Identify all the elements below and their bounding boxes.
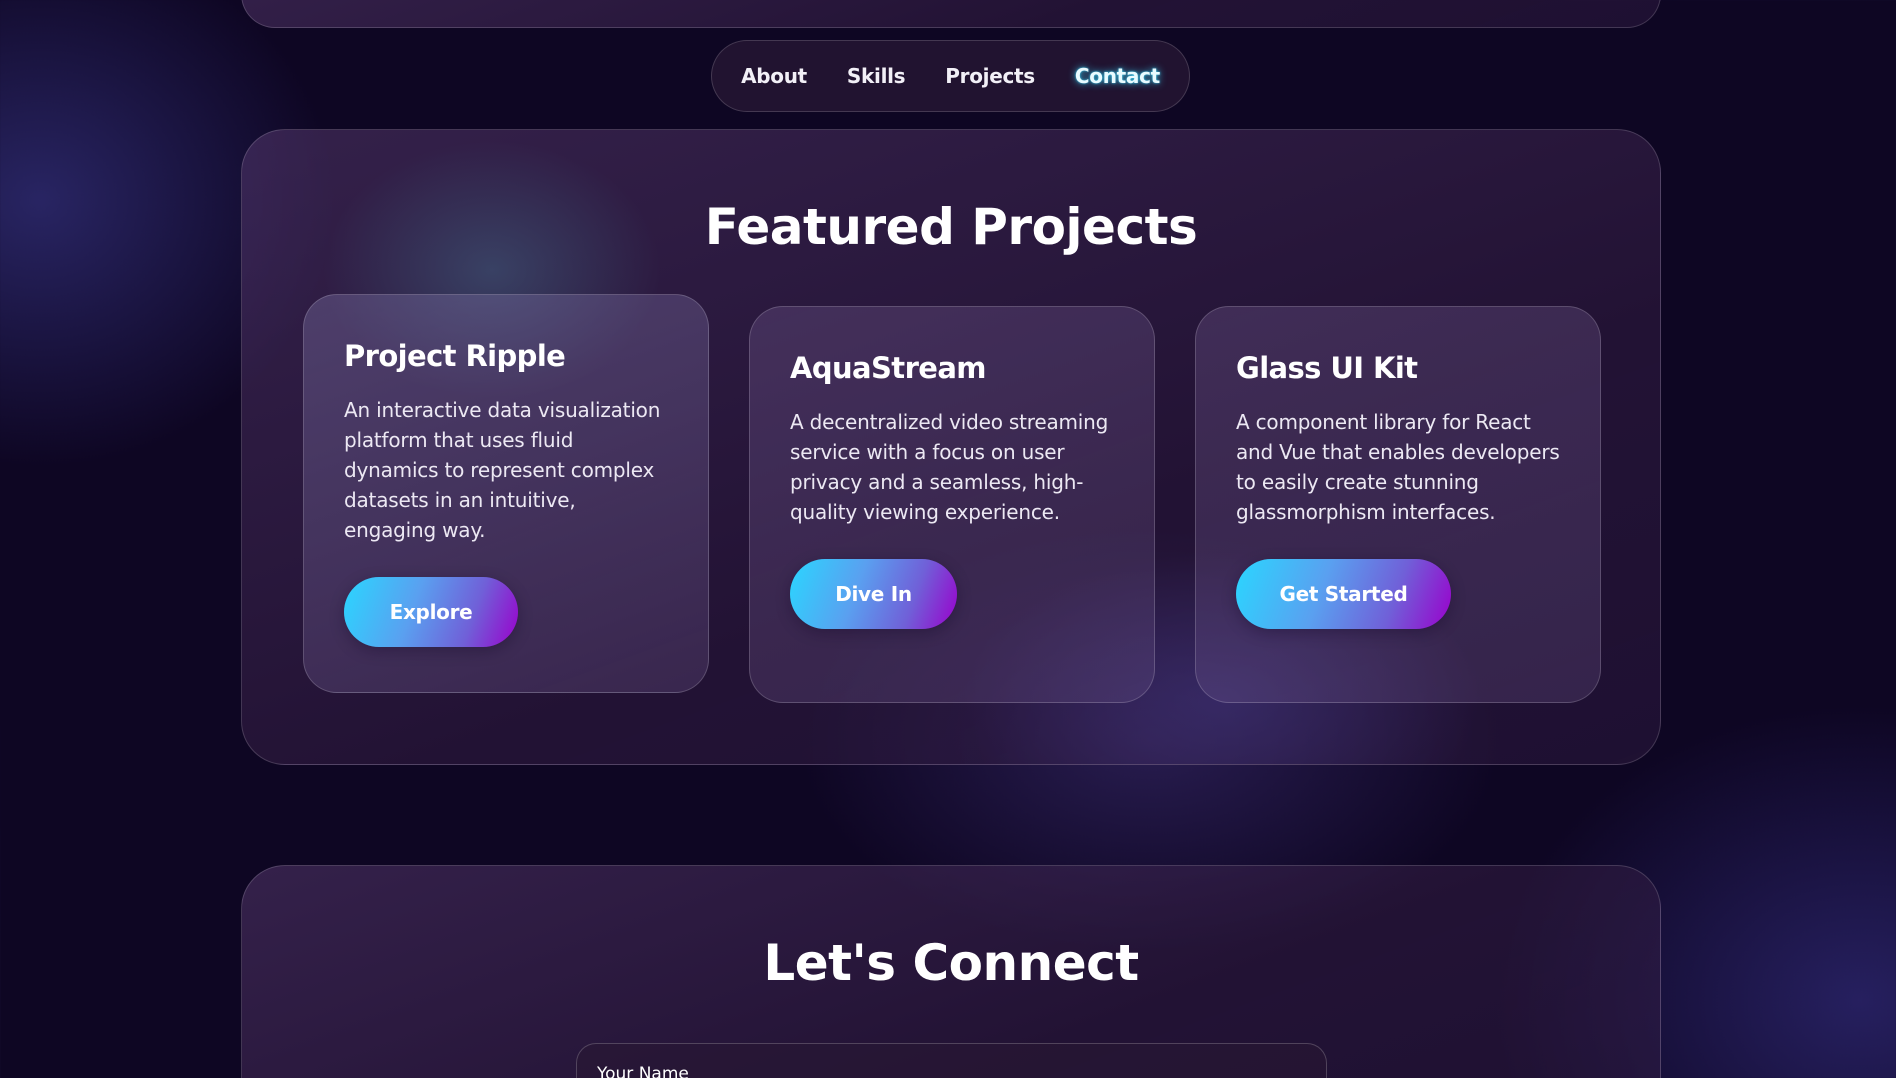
project-card: Glass UI Kit A component library for Rea… — [1195, 306, 1601, 703]
project-title: AquaStream — [790, 351, 987, 385]
main-nav: About Skills Projects Contact — [711, 40, 1190, 112]
nav-link-projects[interactable]: Projects — [945, 64, 1035, 88]
name-input-placeholder: Your Name — [597, 1064, 689, 1078]
nav-link-about[interactable]: About — [741, 64, 807, 88]
project-title: Glass UI Kit — [1236, 351, 1418, 385]
project-description: A decentralized video streaming service … — [790, 410, 1109, 524]
project-title: Project Ripple — [344, 339, 566, 373]
project-description: An interactive data visualization platfo… — [344, 398, 661, 542]
contact-section: Let's Connect Your Name — [241, 865, 1661, 1078]
project-card: Project Ripple An interactive data visua… — [303, 294, 709, 693]
project-description: A component library for React and Vue th… — [1236, 410, 1560, 524]
project-card: AquaStream A decentralized video streami… — [749, 306, 1155, 703]
nav-link-skills[interactable]: Skills — [847, 64, 906, 88]
featured-projects-section: Featured Projects Project Ripple An inte… — [241, 129, 1661, 765]
nav-link-contact[interactable]: Contact — [1075, 64, 1160, 88]
name-input[interactable]: Your Name — [576, 1043, 1327, 1078]
explore-button[interactable]: Explore — [344, 577, 518, 647]
previous-section-panel — [241, 0, 1661, 28]
section-title: Featured Projects — [704, 198, 1198, 256]
section-title: Let's Connect — [763, 934, 1139, 992]
get-started-button[interactable]: Get Started — [1236, 559, 1451, 629]
dive-in-button[interactable]: Dive In — [790, 559, 957, 629]
